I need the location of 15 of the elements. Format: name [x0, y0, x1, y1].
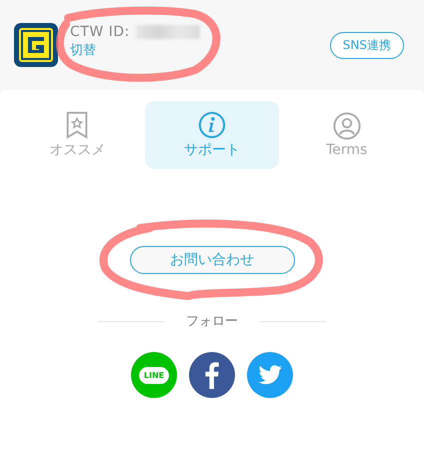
bird-icon[interactable] [247, 352, 293, 398]
id-label: CTW ID: [70, 24, 130, 40]
line-link[interactable]: LINE [131, 352, 177, 398]
tab[interactable]: Terms [279, 101, 414, 169]
redacted-id [136, 24, 200, 38]
sns-link-button[interactable]: SNS連携 [330, 32, 404, 58]
contact-button[interactable]: お問い合わせ [130, 246, 294, 274]
person-icon [332, 112, 361, 140]
app-logo [14, 23, 58, 67]
tab[interactable]: サポート [144, 101, 280, 169]
tab[interactable]: オススメ [10, 101, 145, 169]
follow-heading: フォロー [185, 313, 239, 330]
switch-link[interactable]: 切替 [70, 40, 330, 58]
info-icon [198, 111, 226, 139]
facebook-icon[interactable] [189, 352, 235, 398]
